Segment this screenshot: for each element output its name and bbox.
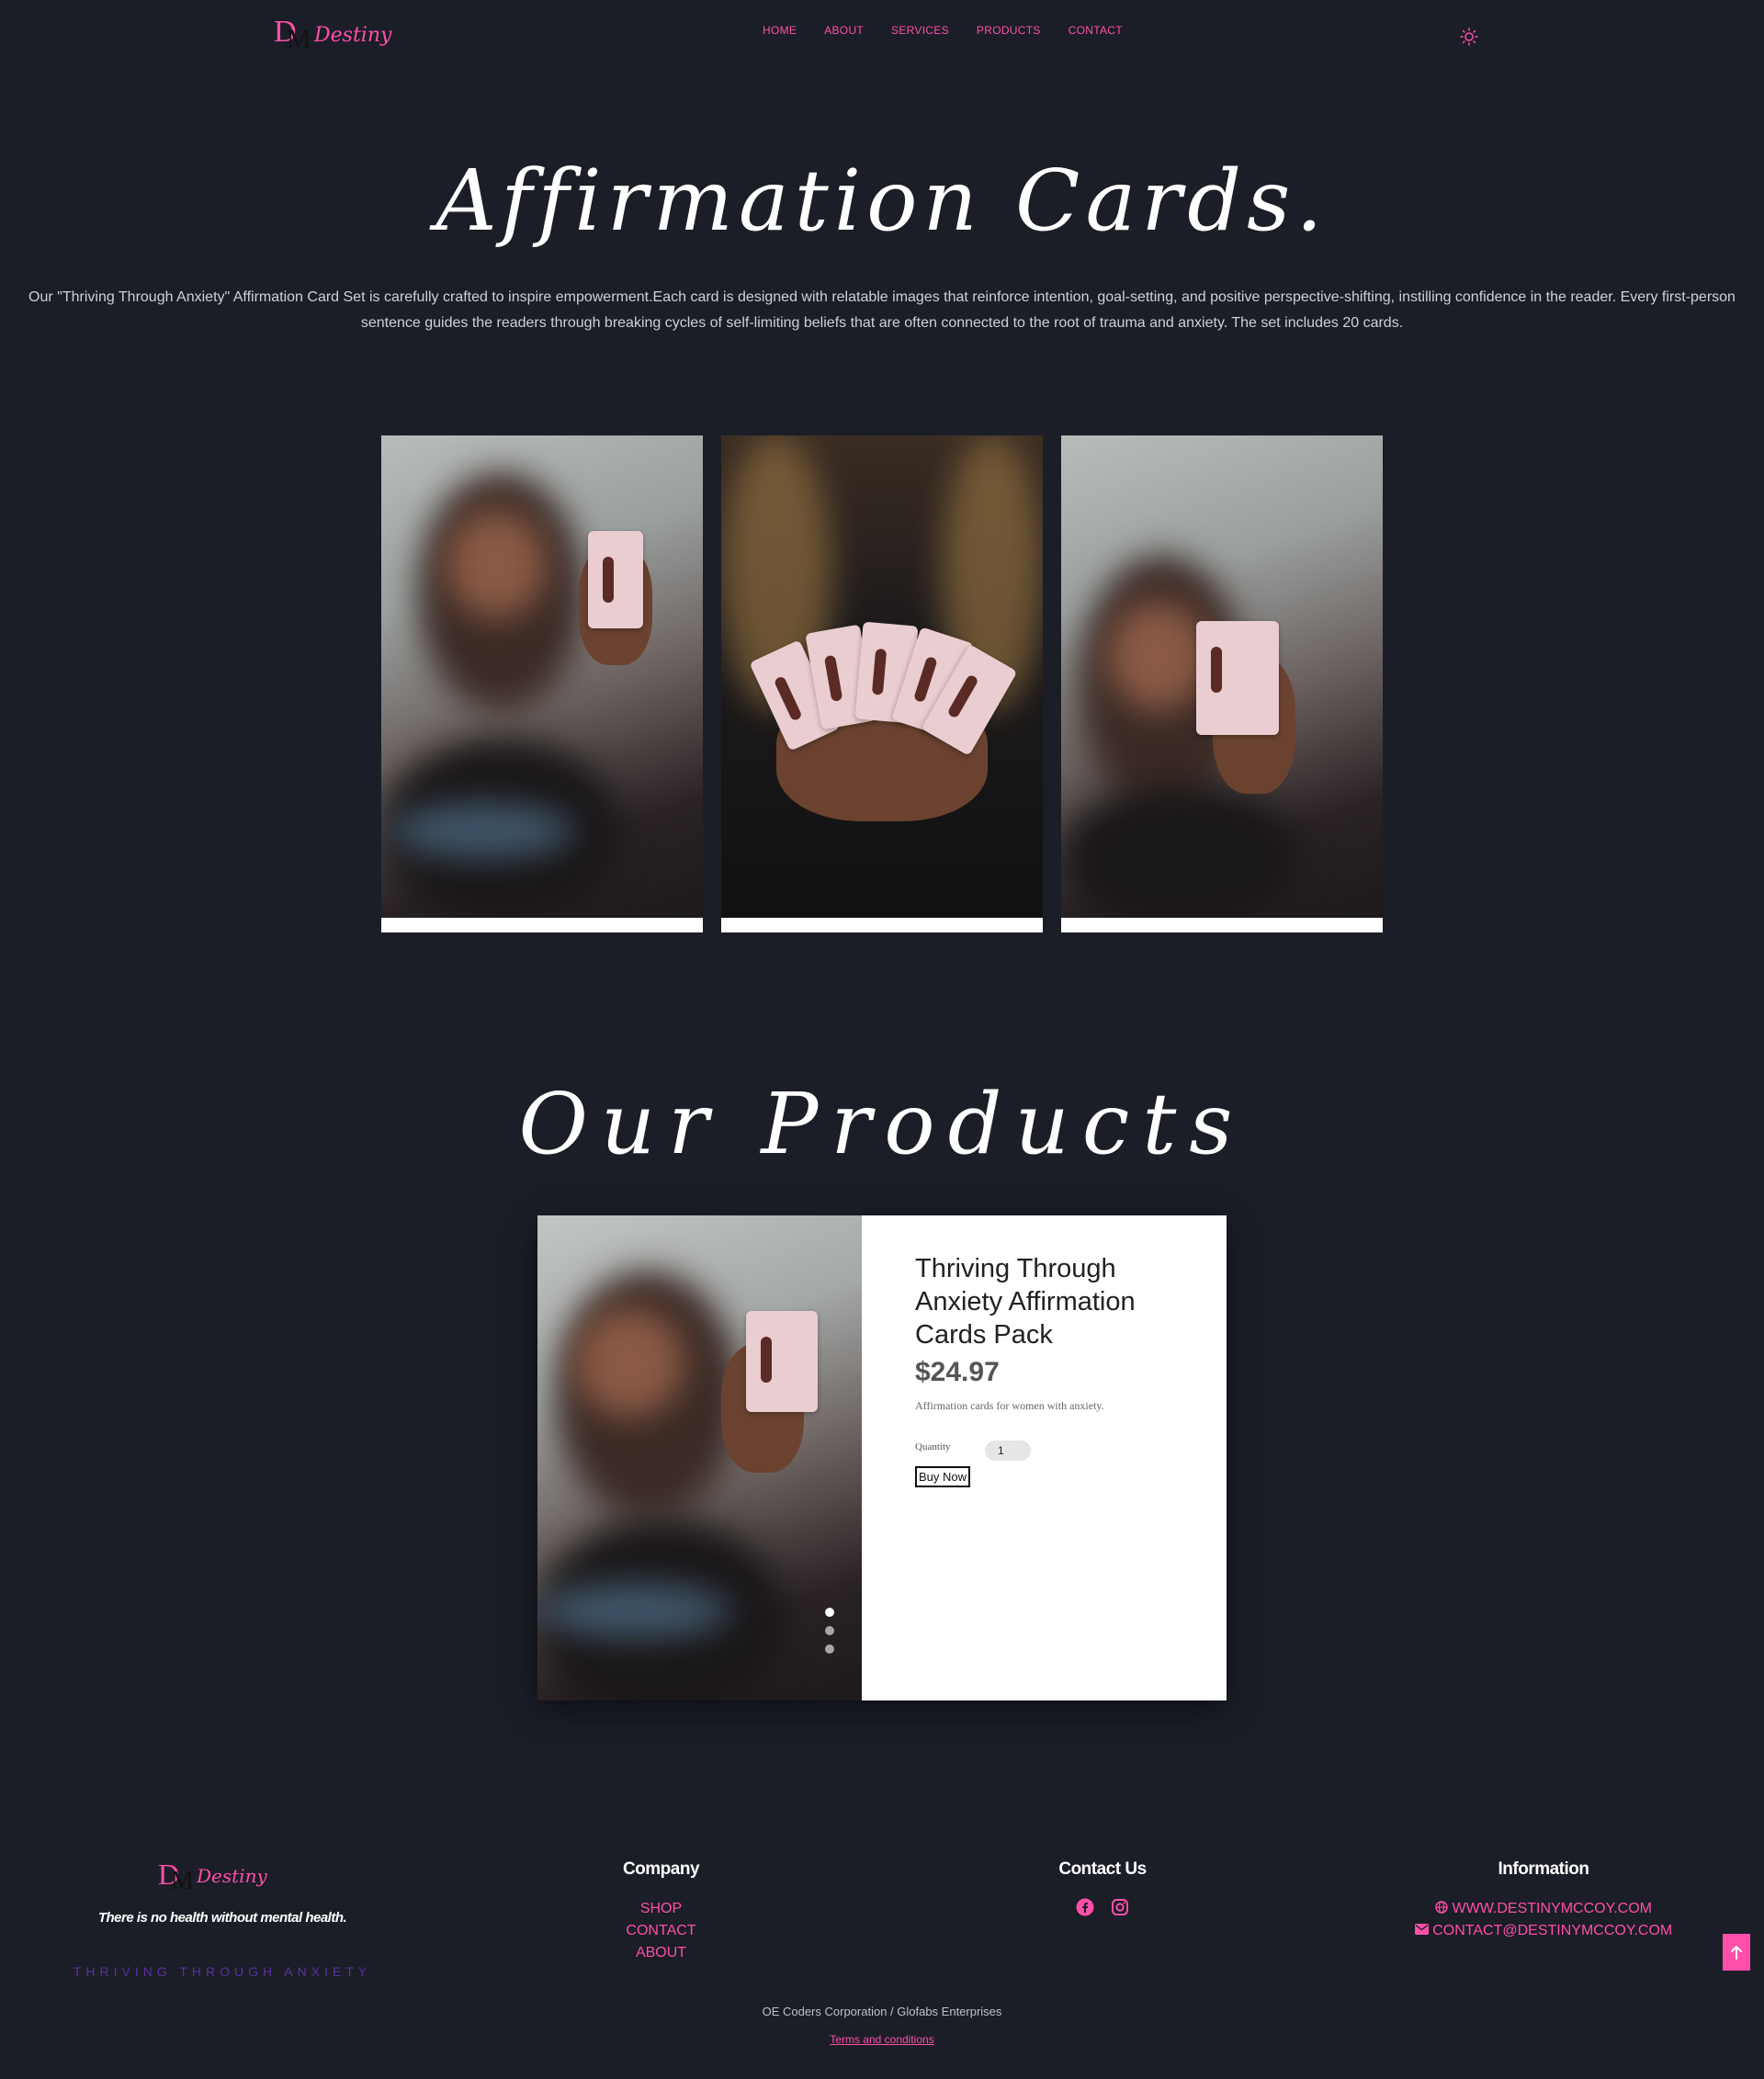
product-card: Thriving Through Anxiety Affirmation Car… <box>537 1215 1227 1700</box>
product-price: $24.97 <box>915 1357 1000 1387</box>
gallery-photo-2 <box>721 435 1043 918</box>
footer-company-column: Company SHOP CONTACT ABOUT <box>590 1859 732 1964</box>
footer-contact-heading: Contact Us <box>1058 1859 1147 1879</box>
footer-brand-line: THRIVING THROUGH ANXIETY <box>73 1964 372 1979</box>
footer-email-link[interactable]: CONTACT@DESTINYMCCOY.COM <box>1396 1920 1690 1942</box>
gallery-card-1[interactable] <box>381 435 703 932</box>
facebook-icon[interactable] <box>1076 1898 1094 1916</box>
footer-website-text: WWW.DESTINYMCCOY.COM <box>1452 1901 1652 1916</box>
quantity-row: Quantity <box>915 1433 1191 1461</box>
footer-link-about[interactable]: ABOUT <box>590 1942 732 1964</box>
footer-logo-script: Destiny <box>197 1865 267 1887</box>
product-description: Affirmation cards for women with anxiety… <box>915 1399 1104 1412</box>
products-title: Our Products <box>518 1075 1246 1173</box>
image-gallery <box>381 435 1383 932</box>
instagram-icon[interactable] <box>1111 1898 1129 1916</box>
footer-credits: OE Coders Corporation / Glofabs Enterpri… <box>762 2005 1002 2018</box>
terms-link[interactable]: Terms and conditions <box>830 2033 933 2046</box>
arrow-up-icon <box>1731 1946 1742 1960</box>
product-info: Thriving Through Anxiety Affirmation Car… <box>862 1215 1191 1700</box>
carousel-dot-1[interactable] <box>825 1608 834 1617</box>
affirmation-card-image <box>588 531 643 628</box>
logo-letter-m: M <box>287 24 311 54</box>
footer-link-contact[interactable]: CONTACT <box>590 1920 732 1942</box>
footer-contact-column: Contact Us <box>1029 1859 1176 1916</box>
product-name: Thriving Through Anxiety Affirmation Car… <box>915 1254 1136 1350</box>
theme-toggle-sun-icon[interactable] <box>1460 28 1478 46</box>
footer-terms: Terms and conditions <box>0 2033 1764 2046</box>
nav-contact[interactable]: CONTACT <box>1069 24 1123 37</box>
hero-description: Our "Thriving Through Anxiety" Affirmati… <box>28 289 1736 331</box>
globe-icon <box>1435 1901 1448 1914</box>
footer-website-link[interactable]: WWW.DESTINYMCCOY.COM <box>1396 1898 1690 1920</box>
logo-script: Destiny <box>314 24 392 47</box>
carousel-dots <box>825 1608 834 1654</box>
nav-services[interactable]: SERVICES <box>891 24 949 37</box>
top-nav: D M Destiny HOME ABOUT SERVICES PRODUCTS… <box>0 0 1764 73</box>
gallery-card-2[interactable] <box>721 435 1043 932</box>
nav-home[interactable]: HOME <box>763 24 797 37</box>
footer-logo[interactable]: D M Destiny <box>158 1858 287 1896</box>
main-menu: HOME ABOUT SERVICES PRODUCTS CONTACT <box>763 24 1123 37</box>
buy-now-button[interactable]: Buy Now <box>915 1466 971 1487</box>
quantity-label: Quantity <box>915 1441 951 1452</box>
scroll-to-top-button[interactable] <box>1723 1934 1750 1971</box>
social-links <box>1029 1898 1176 1916</box>
footer-information-column: Information WWW.DESTINYMCCOY.COM CONTACT… <box>1396 1859 1690 1942</box>
gallery-card-3[interactable] <box>1061 435 1383 932</box>
nav-products[interactable]: PRODUCTS <box>977 24 1041 37</box>
envelope-icon <box>1414 1924 1429 1935</box>
footer-email-text: CONTACT@DESTINYMCCOY.COM <box>1432 1923 1673 1938</box>
gallery-photo-1 <box>381 435 703 918</box>
quantity-input[interactable] <box>985 1441 1031 1461</box>
nav-about[interactable]: ABOUT <box>824 24 864 37</box>
product-image-carousel[interactable] <box>537 1215 862 1700</box>
logo[interactable]: D M Destiny <box>274 15 402 59</box>
footer-logo-letter-m: M <box>171 1867 194 1895</box>
gallery-photo-3 <box>1061 435 1383 918</box>
hero-title: Affirmation Cards. <box>435 152 1329 250</box>
carousel-dot-3[interactable] <box>825 1644 834 1654</box>
footer-information-heading: Information <box>1498 1859 1590 1879</box>
footer-tagline: There is no health without mental health… <box>97 1910 347 1926</box>
carousel-dot-2[interactable] <box>825 1626 834 1635</box>
footer-company-heading: Company <box>622 1859 700 1879</box>
footer-link-shop[interactable]: SHOP <box>590 1898 732 1920</box>
